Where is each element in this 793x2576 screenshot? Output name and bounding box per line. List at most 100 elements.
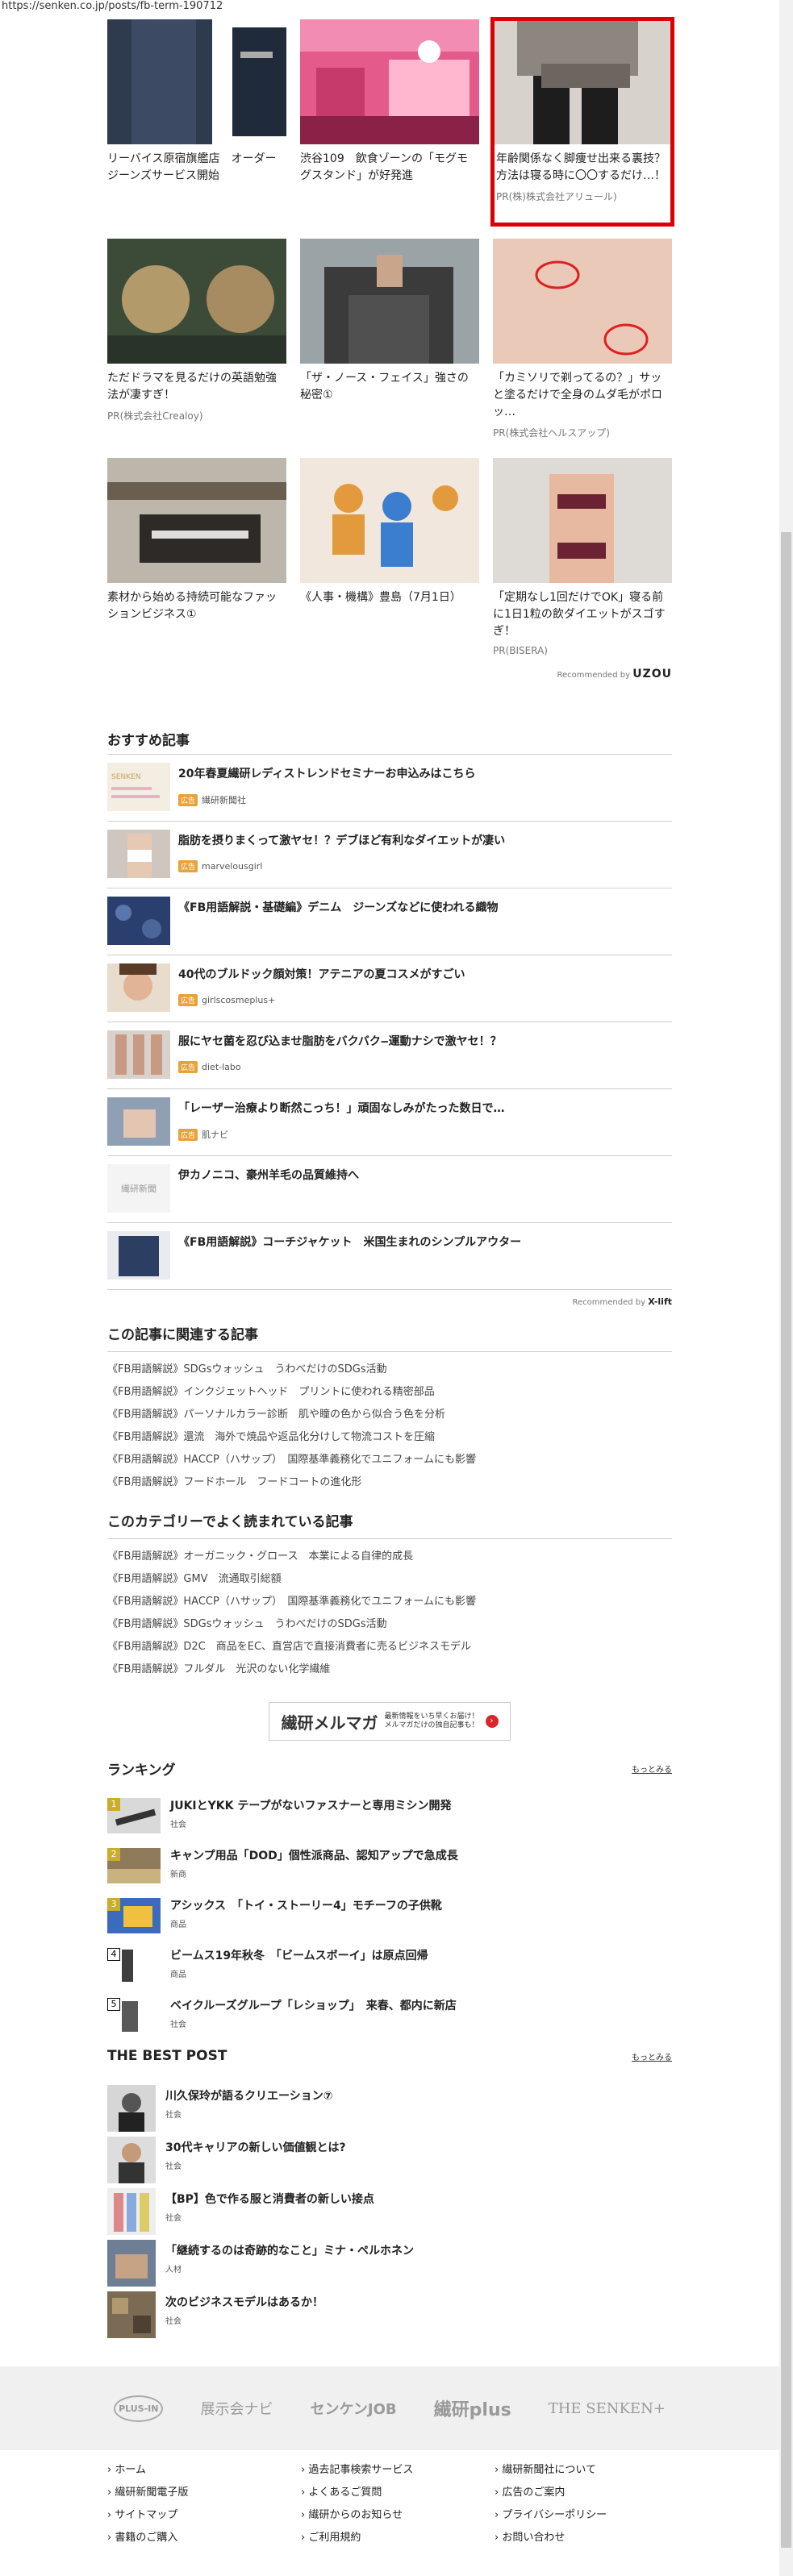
item-thumbnail	[107, 1030, 170, 1079]
list-item[interactable]: 繊研新聞 伊カノニコ、豪州羊毛の品質維持へ	[107, 1156, 672, 1223]
best-more-link[interactable]: もっとみる	[632, 2050, 672, 2062]
category-link[interactable]: 《FB用語解説》GMV 流通取引総額	[107, 1568, 672, 1591]
item-category: 商品	[170, 1970, 186, 1979]
pr-card[interactable]: ただドラマを見るだけの英語勉強法が凄すぎ！ PR(株式会社Crealoy)	[107, 239, 286, 443]
the-senken-plus-logo[interactable]: THE SENKEN+	[549, 2400, 666, 2417]
card-source: PR(BISERA)	[493, 645, 548, 656]
senken-job-logo[interactable]: センケンJOB	[310, 2398, 396, 2419]
footer-link-sitemap[interactable]: › サイトマップ	[107, 2508, 301, 2523]
item-thumbnail	[107, 2137, 156, 2183]
rank-number: 3	[107, 1898, 120, 1911]
plus-in-logo[interactable]: PLUS-IN	[114, 2395, 164, 2422]
uzou-logo: UZOU	[632, 668, 672, 680]
item-thumbnail	[107, 2085, 156, 2132]
scrollbar-thumb[interactable]	[781, 532, 791, 2548]
list-item[interactable]: 服にヤセ菌を忍び込ませ脂肪をバクバク‒運動ナシで激ヤセ！？ 広告 diet-lab…	[107, 1022, 672, 1089]
main-content: リーバイス原宿旗艦店 オーダージーンズサービス開始 渋谷109 飲食ゾーンの「モ…	[107, 17, 674, 2343]
ranking-header: ランキング もっとみる	[107, 1758, 672, 1779]
item-title: 30代キャリアの新しい価値観とは?	[165, 2141, 346, 2154]
footer-link-archive-search[interactable]: › 過去記事検索サービス	[301, 2463, 495, 2478]
item-thumbnail: 2	[107, 1848, 161, 1883]
category-link[interactable]: 《FB用語解説》HACCP（ハサップ） 国際基準義務化でユニフォームにも影響	[107, 1591, 672, 1613]
ranking-item[interactable]: 1 JUKIとYKK テープがないファスナーと専用ミシン開発 社会	[107, 1798, 672, 1848]
related-link[interactable]: 《FB用語解説》パーソナルカラー診断 肌や瞳の色から似合う色を分析	[107, 1404, 672, 1426]
card-title: ただドラマを見るだけの英語勉強法が凄すぎ！	[107, 372, 277, 402]
section-heading: このカテゴリーでよく読まれている記事	[107, 1514, 353, 1530]
newsletter-banner[interactable]: 繊研メルマガ 最新情報をいち早くお届け！ メルマガだけの独自記事も！ ›	[269, 1702, 511, 1741]
ranking-item[interactable]: 4 ビームス19年秋冬 「ビームスボーイ」は原点回帰 商品	[107, 1948, 672, 1998]
category-link[interactable]: 《FB用語解説》フルダル 光沢のない化学繊維	[107, 1658, 672, 1681]
vertical-scrollbar[interactable]	[779, 0, 793, 2576]
item-title: 服にヤセ菌を忍び込ませ脂肪をバクバク‒運動ナシで激ヤセ！？	[178, 1035, 502, 1048]
pr-card[interactable]: 渋谷109 飲食ゾーンの「モグモグスタンド」が好発進	[300, 19, 479, 224]
best-post-item[interactable]: 次のビジネスモデルはあるか！ 社会	[107, 2291, 672, 2343]
list-item[interactable]: 《FB用語解説》コーチジャケット 米国生まれのシンプルアウター	[107, 1223, 672, 1290]
card-image	[493, 19, 672, 144]
item-category: 社会	[165, 2214, 182, 2223]
related-link[interactable]: 《FB用語解説》SDGsウォッシュ うわべだけのSDGs活動	[107, 1359, 672, 1381]
footer-link-digital[interactable]: › 繊研新聞電子版	[107, 2486, 301, 2500]
item-title: 次のビジネスモデルはあるか！	[165, 2296, 323, 2309]
ranking-list: 1 JUKIとYKK テープがないファスナーと専用ミシン開発 社会 2 キャンプ用…	[107, 1798, 672, 2048]
related-link[interactable]: 《FB用語解説》インクジェットヘッド プリントに使われる精密部品	[107, 1381, 672, 1404]
list-item[interactable]: 40代のブルドック顔対策！アテニアの夏コスメがすごい 広告 girlscosmep…	[107, 955, 672, 1022]
footer-link-home[interactable]: › ホーム	[107, 2463, 301, 2478]
item-title: 脂肪を摂りまくって激ヤセ！？デブほど有利なダイエットが凄い	[178, 834, 506, 847]
pr-card[interactable]: 素材から始める持続可能なファッションビジネス①	[107, 458, 286, 663]
footer-link-ads[interactable]: › 広告のご案内	[495, 2486, 672, 2500]
pr-card-highlighted[interactable]: 年齢関係なく脚痩せ出来る裏技？方法は寝る時に〇〇するだけ…！ PR(株)株式会社…	[490, 17, 674, 227]
footer-link-news[interactable]: › 繊研からのお知らせ	[301, 2508, 495, 2523]
pr-card[interactable]: 「定期なし1回だけでOK」寝る前に1日1粒の飲ダイエットがスゴすぎ！ PR(BI…	[493, 458, 672, 663]
pr-card[interactable]: 「ザ・ノース・フェイス」強さの秘密①	[300, 239, 479, 443]
related-link[interactable]: 《FB用語解説》HACCP（ハサップ） 国際基準義務化でユニフォームにも影響	[107, 1449, 672, 1471]
list-item[interactable]: 脂肪を摂りまくって激ヤセ！？デブほど有利なダイエットが凄い 広告 marvelou…	[107, 822, 672, 888]
item-title: 20年春夏繊研レディストレンドセミナーお申込みはこちら	[178, 768, 476, 780]
item-thumbnail: 繊研新聞	[107, 1164, 170, 1213]
recommended-by[interactable]: Recommended by UZOU	[107, 668, 672, 680]
ranking-item[interactable]: 3 アシックス 「トイ・ストーリー4」モチーフの子供靴 商品	[107, 1898, 672, 1948]
footer-link-about[interactable]: › 繊研新聞社について	[495, 2463, 672, 2478]
ranking-more-link[interactable]: もっとみる	[632, 1762, 672, 1775]
powered-label: Recommended by	[572, 1298, 646, 1307]
category-link[interactable]: 《FB用語解説》D2C 商品をEC、直営店で直接消費者に売るビジネスモデル	[107, 1636, 672, 1658]
card-image	[493, 458, 672, 583]
footer-link-privacy[interactable]: › プライバシーポリシー	[495, 2508, 672, 2523]
best-post-item[interactable]: 川久保玲が語るクリエーション⑦ 社会	[107, 2085, 672, 2137]
list-item[interactable]: 「レーザー治療より断然こっち！」頑固なしみがたった数日で… 広告 肌ナビ	[107, 1089, 672, 1156]
xlift-credit[interactable]: Recommended by X-lift	[107, 1296, 672, 1307]
senken-plus-logo[interactable]: 繊研plus	[434, 2395, 511, 2421]
item-category: 社会	[170, 2020, 186, 2029]
best-post-item[interactable]: 「継続するのは奇跡的なこと」ミナ・ペルホネン 人材	[107, 2240, 672, 2291]
footer-link-terms[interactable]: › ご利用規約	[301, 2531, 495, 2545]
item-title: アシックス 「トイ・ストーリー4」モチーフの子供靴	[170, 1900, 442, 1912]
list-item[interactable]: SENKEN 20年春夏繊研レディストレンドセミナーお申込みはこちら 広告 繊研新…	[107, 755, 672, 822]
pr-card[interactable]: 「カミソリで剃ってるの？」サッと塗るだけで全身のムダ毛がポロッ… PR(株式会社…	[493, 239, 672, 443]
footer-link-contact[interactable]: › お問い合わせ	[495, 2531, 672, 2545]
list-item[interactable]: 《FB用語解説・基礎編》デニム ジーンズなどに使われる織物	[107, 888, 672, 955]
best-post-item[interactable]: 【BP】色で作る服と消費者の新しい接点社会	[107, 2188, 672, 2240]
footer-link-books[interactable]: › 書籍のご購入	[107, 2531, 301, 2545]
item-title: 【BP】色で作る服と消費者の新しい接点	[165, 2193, 374, 2206]
pr-card[interactable]: 《人事・機構》豊島（7月1日）	[300, 458, 479, 663]
item-thumbnail	[107, 1231, 170, 1280]
footer-link-faq[interactable]: › よくあるご質問	[301, 2486, 495, 2500]
category-link[interactable]: 《FB用語解説》SDGsウォッシュ うわべだけのSDGs活動	[107, 1613, 672, 1636]
related-link[interactable]: 《FB用語解説》還流 海外で焼品や返品化分けして物流コストを圧縮	[107, 1426, 672, 1449]
svg-text:SENKEN: SENKEN	[111, 773, 140, 781]
card-source: PR(株式会社ヘルスアップ)	[493, 427, 610, 439]
item-thumbnail	[107, 830, 170, 878]
pr-card[interactable]: リーバイス原宿旗艦店 オーダージーンズサービス開始	[107, 19, 286, 224]
card-image	[493, 239, 672, 364]
ranking-item[interactable]: 5 ベイクルーズグループ「レショップ」 来春、都内に新店 社会	[107, 1998, 672, 2048]
category-link[interactable]: 《FB用語解説》オーガニック・グロース 本業による自律的成長	[107, 1546, 672, 1568]
item-source: marvelousgirl	[202, 861, 263, 872]
item-title: ビームス19年秋冬 「ビームスボーイ」は原点回帰	[170, 1950, 428, 1962]
related-link[interactable]: 《FB用語解説》フードホール フードコートの進化形	[107, 1471, 672, 1494]
tenjikai-navi-logo[interactable]: 展示会ナビ	[200, 2398, 273, 2419]
ad-badge: 広告	[178, 1128, 198, 1141]
item-title: キャンプ用品「DOD」個性派商品、認知アップで急成長	[170, 1850, 458, 1862]
xlift-logo: X-lift	[648, 1296, 672, 1307]
ranking-item[interactable]: 2 キャンプ用品「DOD」個性派商品、認知アップで急成長 新商	[107, 1848, 672, 1898]
best-post-item[interactable]: 30代キャリアの新しい価値観とは? 社会	[107, 2137, 672, 2188]
card-source: PR(株式会社Crealoy)	[107, 410, 203, 422]
